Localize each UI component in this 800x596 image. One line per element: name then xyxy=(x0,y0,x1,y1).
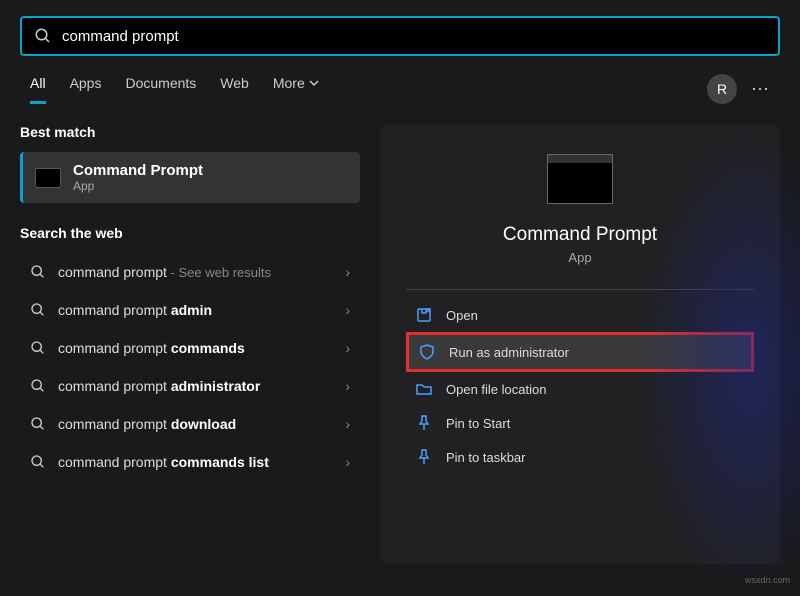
pin-icon xyxy=(416,449,432,465)
best-match-header: Best match xyxy=(20,124,360,140)
chevron-down-icon xyxy=(309,78,319,88)
web-result-item[interactable]: command prompt administrator › xyxy=(20,367,360,405)
web-result-item[interactable]: command prompt commands › xyxy=(20,329,360,367)
action-pin-taskbar-label: Pin to taskbar xyxy=(446,450,526,465)
search-icon xyxy=(30,340,46,356)
chevron-right-icon: › xyxy=(345,416,350,432)
best-match-title: Command Prompt xyxy=(73,162,203,179)
preview-panel: Command Prompt App Open Run as administr… xyxy=(380,124,780,564)
preview-sub: App xyxy=(406,250,754,265)
web-result-item[interactable]: command prompt commands list › xyxy=(20,443,360,481)
chevron-right-icon: › xyxy=(345,378,350,394)
action-pin-start-label: Pin to Start xyxy=(446,416,510,431)
search-icon xyxy=(30,302,46,318)
search-icon xyxy=(30,264,46,280)
web-result-text: command prompt download xyxy=(58,416,333,432)
divider xyxy=(406,289,754,290)
folder-icon xyxy=(416,381,432,397)
search-icon xyxy=(34,27,52,45)
chevron-right-icon: › xyxy=(345,302,350,318)
options-button[interactable]: ⋯ xyxy=(751,79,770,100)
search-input[interactable] xyxy=(62,28,766,45)
tab-more[interactable]: More xyxy=(273,75,319,104)
open-icon xyxy=(416,307,432,323)
chevron-right-icon: › xyxy=(345,454,350,470)
shield-icon xyxy=(419,344,435,360)
chevron-right-icon: › xyxy=(345,340,350,356)
preview-app-icon xyxy=(547,154,613,204)
action-file-location-label: Open file location xyxy=(446,382,546,397)
avatar[interactable]: R xyxy=(707,74,737,104)
search-bar[interactable] xyxy=(20,16,780,56)
tab-documents[interactable]: Documents xyxy=(125,75,196,104)
web-result-text: command prompt commands list xyxy=(58,454,333,470)
search-web-header: Search the web xyxy=(20,225,360,241)
web-result-item[interactable]: command prompt download › xyxy=(20,405,360,443)
action-run-admin-label: Run as administrator xyxy=(449,345,569,360)
search-icon xyxy=(30,416,46,432)
best-match-sub: App xyxy=(73,179,203,193)
action-open[interactable]: Open xyxy=(406,298,754,332)
action-pin-taskbar[interactable]: Pin to taskbar xyxy=(406,440,754,474)
web-result-item[interactable]: command prompt admin › xyxy=(20,291,360,329)
search-icon xyxy=(30,454,46,470)
tab-web[interactable]: Web xyxy=(220,75,249,104)
web-result-text: command prompt administrator xyxy=(58,378,333,394)
search-icon xyxy=(30,378,46,394)
tab-more-label: More xyxy=(273,75,305,91)
preview-title: Command Prompt xyxy=(406,224,754,246)
watermark: wsxdn.com xyxy=(745,575,790,585)
pin-icon xyxy=(416,415,432,431)
action-open-label: Open xyxy=(446,308,478,323)
chevron-right-icon: › xyxy=(345,264,350,280)
tab-apps[interactable]: Apps xyxy=(70,75,102,104)
tabs-row: All Apps Documents Web More R ⋯ xyxy=(0,56,800,104)
web-result-text: command prompt - See web results xyxy=(58,264,333,280)
action-file-location[interactable]: Open file location xyxy=(406,372,754,406)
web-result-text: command prompt commands xyxy=(58,340,333,356)
action-pin-start[interactable]: Pin to Start xyxy=(406,406,754,440)
web-result-item[interactable]: command prompt - See web results › xyxy=(20,253,360,291)
command-prompt-icon xyxy=(35,168,61,188)
tab-all[interactable]: All xyxy=(30,75,46,104)
action-run-admin[interactable]: Run as administrator xyxy=(406,332,754,372)
best-match-item[interactable]: Command Prompt App xyxy=(20,152,360,203)
web-result-text: command prompt admin xyxy=(58,302,333,318)
